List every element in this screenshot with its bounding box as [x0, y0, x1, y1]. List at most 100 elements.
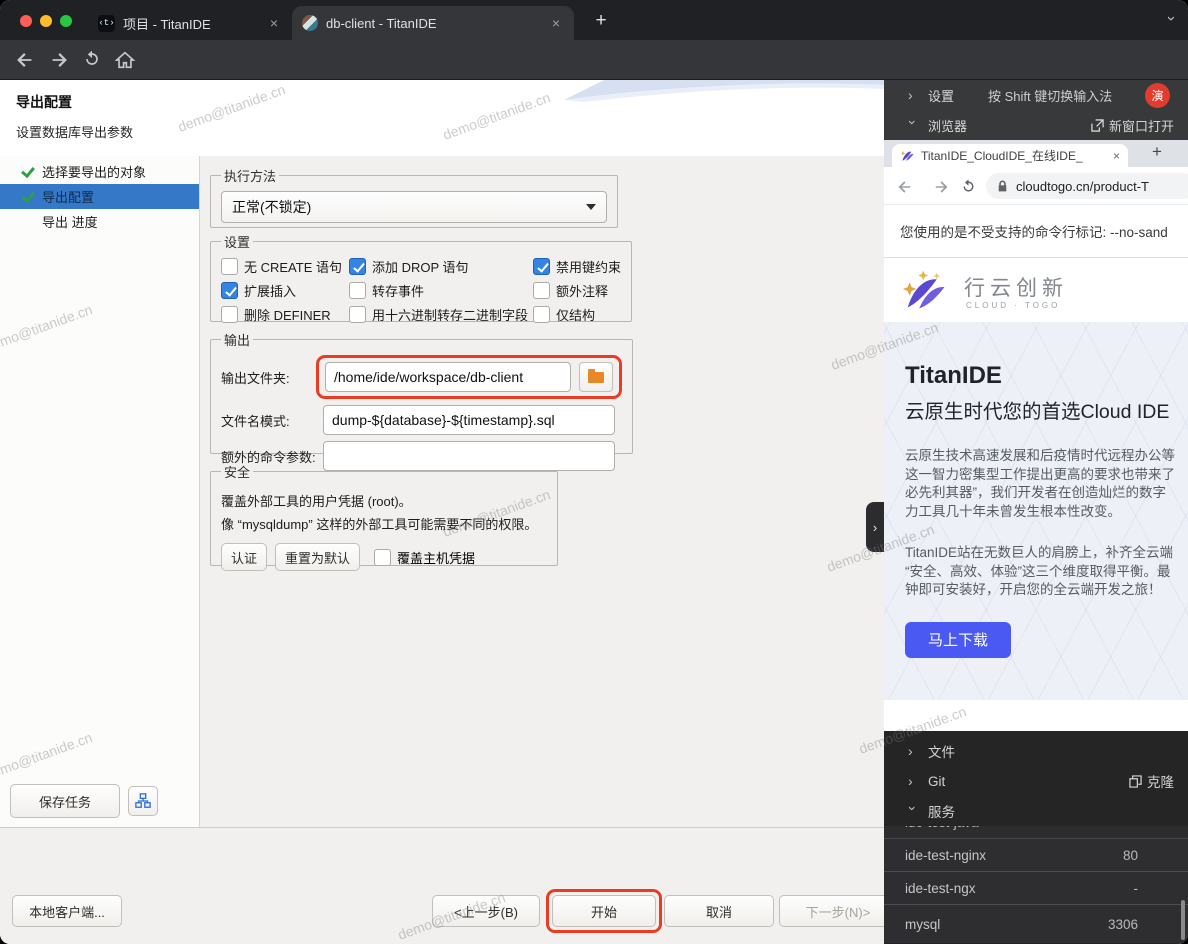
service-row[interactable]: mysql 3306	[884, 905, 1188, 943]
forward-icon[interactable]	[928, 178, 950, 200]
checkbox-add-drop[interactable]	[349, 258, 366, 275]
browse-folder-button[interactable]	[579, 362, 613, 392]
service-row[interactable]: ide-test-ngx -	[884, 872, 1188, 905]
inner-tab-title: TitanIDE_CloudIDE_在线IDE_	[921, 147, 1107, 164]
service-row[interactable]: ide-test-nginx 80	[884, 839, 1188, 872]
checkbox-dump-events[interactable]	[349, 282, 366, 299]
services-list: ide-test-java - ide-test-nginx 80 ide-te…	[884, 806, 1188, 944]
wizard-steps: 选择要导出的对象 导出配置 导出 进度	[0, 156, 200, 827]
output-folder-input[interactable]	[325, 362, 571, 392]
chevron-right-icon: ›	[908, 743, 918, 759]
checkbox-label: 转存事件	[372, 281, 424, 300]
inner-new-tab-button[interactable]: +	[1146, 142, 1168, 162]
security-group: 安全 覆盖外部工具的用户凭据 (root)。 像 “mysqldump” 这样的…	[210, 462, 558, 566]
reset-defaults-button[interactable]: 重置为默认	[275, 543, 360, 571]
start-button[interactable]: 开始	[552, 895, 656, 927]
section-git[interactable]: › Git 克隆	[884, 766, 1188, 796]
cancel-button[interactable]: 取消	[664, 895, 774, 927]
step-label: 导出 进度	[42, 212, 98, 231]
service-name: ide-test-nginx	[905, 848, 986, 863]
cloudtogo-logo-icon	[900, 264, 958, 316]
step-label: 导出配置	[42, 187, 94, 206]
save-task-button[interactable]: 保存任务	[10, 784, 120, 818]
close-tab-icon[interactable]: ×	[1113, 149, 1120, 163]
promo-title: TitanIDE	[905, 362, 1188, 390]
step-export-config[interactable]: 导出配置	[0, 184, 199, 209]
checkbox-extra-comments[interactable]	[533, 282, 550, 299]
checkbox-skip-definer[interactable]	[221, 306, 238, 323]
checkbox-label: 无 CREATE 语句	[244, 257, 342, 276]
previous-step-button[interactable]: <上一步(B)	[432, 895, 540, 927]
inner-toolbar: cloudtogo.cn/product-T	[884, 167, 1188, 205]
git-clone-button[interactable]: 克隆	[1129, 771, 1174, 791]
local-client-button[interactable]: 本地客户端...	[12, 895, 122, 927]
checkbox-structure-only[interactable]	[533, 306, 550, 323]
download-now-button[interactable]: 马上下载	[905, 622, 1011, 658]
exec-method-group: 执行方法 正常(不锁定)	[210, 166, 618, 228]
git-clone-label: 克隆	[1147, 771, 1174, 791]
section-files[interactable]: › 文件	[884, 736, 1188, 766]
panel-collapse-handle[interactable]: ›	[866, 502, 884, 552]
auth-button[interactable]: 认证	[221, 543, 267, 571]
new-tab-button[interactable]: +	[588, 8, 614, 34]
traffic-lights	[20, 15, 72, 27]
sitemap-icon	[135, 793, 151, 809]
panel-row-browser[interactable]: › 浏览器 新窗口打开	[884, 110, 1188, 140]
task-tree-button[interactable]	[128, 786, 158, 816]
step-export-progress[interactable]: 导出 进度	[0, 209, 199, 234]
divider	[0, 827, 884, 828]
close-tab-icon[interactable]: ×	[266, 15, 282, 31]
filename-pattern-input[interactable]	[323, 405, 615, 435]
checkbox-no-create[interactable]	[221, 258, 238, 275]
service-port: -	[1134, 881, 1139, 896]
tab-project[interactable]: ‹t› 项目 - TitanIDE ×	[88, 6, 292, 40]
service-name: ide-test-ngx	[905, 881, 976, 896]
service-port: 3306	[1108, 917, 1138, 932]
minimize-window-button[interactable]	[40, 15, 52, 27]
inner-tab[interactable]: TitanIDE_CloudIDE_在线IDE_ ×	[892, 144, 1128, 167]
chevron-right-icon: ›	[908, 87, 918, 103]
panel-row-settings[interactable]: › 设置 按 Shift 键切换输入法 演	[884, 80, 1188, 110]
promo-line: 云原生技术高速发展和后疫情时代远程办公等	[905, 447, 1188, 466]
tab-db-client[interactable]: db-client - TitanIDE ×	[292, 6, 574, 40]
checkbox-hex-blob[interactable]	[349, 306, 366, 323]
close-tab-icon[interactable]: ×	[548, 15, 564, 31]
security-line2: 像 “mysqldump” 这样的外部工具可能需要不同的权限。	[221, 514, 547, 533]
forward-icon[interactable]	[48, 49, 70, 71]
demo-badge: 演	[1145, 83, 1170, 108]
service-name: mysql	[905, 917, 940, 932]
promo-line: 力工具几十年未曾发生根本性改变。	[905, 503, 1188, 522]
tab-search-chevron-icon[interactable]: ›	[1163, 16, 1180, 21]
checkbox-override-host[interactable]	[374, 549, 391, 566]
header-swoosh-decoration	[564, 80, 884, 108]
back-icon[interactable]	[14, 49, 36, 71]
titanide-favicon-icon: ‹t›	[98, 15, 115, 32]
ime-hint: 按 Shift 键切换输入法	[988, 86, 1112, 105]
step-select-objects[interactable]: 选择要导出的对象	[0, 159, 199, 184]
page-subtitle: 设置数据库导出参数	[16, 122, 133, 141]
reload-icon[interactable]	[960, 178, 982, 200]
git-label: Git	[928, 774, 945, 789]
checkbox-label: 用十六进制转存二进制字段	[372, 305, 528, 324]
lock-icon	[996, 180, 1009, 193]
service-port: 80	[1123, 848, 1138, 863]
home-icon[interactable]	[114, 49, 136, 71]
close-window-button[interactable]	[20, 15, 32, 27]
panel-settings-label: 设置	[928, 86, 954, 105]
open-new-window-button[interactable]: 新窗口打开	[1091, 116, 1174, 135]
section-services[interactable]: › 服务	[884, 796, 1188, 826]
next-step-button[interactable]: 下一步(N)>	[779, 895, 897, 927]
checkbox-disable-keys[interactable]	[533, 258, 550, 275]
checkbox-extended-insert[interactable]	[221, 282, 238, 299]
checkbox-label: 删除 DEFINER	[244, 305, 331, 324]
reload-icon[interactable]	[82, 49, 104, 71]
zoom-window-button[interactable]	[60, 15, 72, 27]
chevron-down-icon: ›	[905, 806, 921, 816]
panel-browser-label: 浏览器	[928, 116, 967, 135]
exec-method-select[interactable]: 正常(不锁定)	[221, 191, 607, 223]
dialog-body: 选择要导出的对象 导出配置 导出 进度 执行方法 正常(不锁定) 设置 无 CR…	[0, 156, 884, 944]
inner-address-bar[interactable]: cloudtogo.cn/product-T	[986, 173, 1188, 199]
scrollbar-thumb[interactable]	[1181, 900, 1185, 940]
settings-legend: 设置	[221, 232, 253, 251]
back-icon[interactable]	[896, 178, 918, 200]
